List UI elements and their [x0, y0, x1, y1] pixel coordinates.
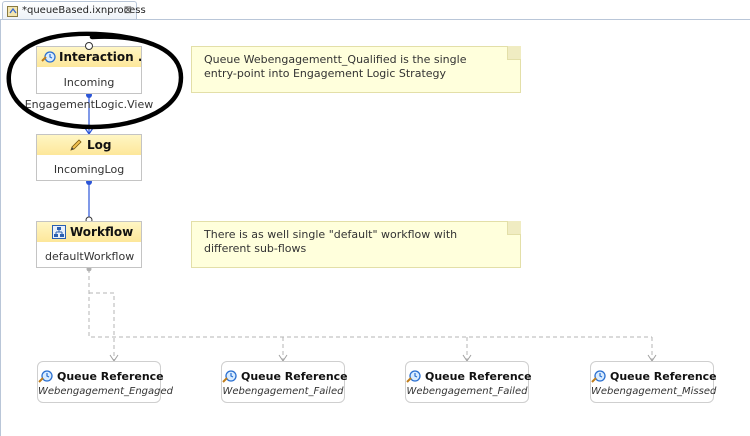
pencil-icon [69, 138, 83, 155]
log-node-name: IncomingLog [53, 163, 125, 176]
note-fold [507, 46, 521, 60]
queue-reference-missed[interactable]: Queue Reference Webengagement_Missed [590, 361, 717, 403]
note-entry-point[interactable]: Queue Webengagementt_Qualified is the si… [191, 46, 521, 93]
log-node[interactable]: Log IncomingLog [36, 134, 142, 181]
queue-reference-failed-2[interactable]: Queue Reference Webengagement_Failed [405, 361, 532, 403]
workflow-node-header: Workflow [37, 222, 141, 242]
note-text: There is as well single "default" workfl… [204, 228, 458, 255]
queue-reference-title: Queue Reference [38, 369, 164, 385]
queue-reference-label: Queue Reference [610, 370, 717, 383]
queue-reference-title: Queue Reference [591, 369, 717, 385]
log-node-title: Log [87, 138, 112, 152]
queue-reference-label: Queue Reference [241, 370, 348, 383]
workflow-node[interactable]: Workflow defaultWorkflow [36, 221, 142, 268]
queue-reference-label: Queue Reference [425, 370, 532, 383]
queue-reference-failed-1[interactable]: Queue Reference Webengagement_Failed [221, 361, 348, 403]
queue-reference-engaged[interactable]: Queue Reference Webengagement_Engaged [37, 361, 173, 403]
log-node-header: Log [37, 135, 141, 155]
queue-reference-name: Webengagement_Failed [222, 386, 344, 397]
queue-reference-name: Webengagement_Missed [591, 386, 717, 397]
queue-reference-name: Webengagement_Engaged [38, 386, 173, 397]
workflow-node-title: Workflow [70, 225, 134, 239]
queue-reference-label: Queue Reference [57, 370, 164, 383]
workflow-node-name: defaultWorkflow [45, 250, 135, 263]
note-default-workflow[interactable]: There is as well single "default" workfl… [191, 221, 521, 268]
queue-reference-title: Queue Reference [222, 369, 348, 385]
note-fold [507, 221, 521, 235]
note-text: Queue Webengagementt_Qualified is the si… [204, 53, 467, 80]
queue-reference-name: Webengagement_Failed [406, 386, 528, 397]
workflow-icon [52, 225, 66, 242]
queue-reference-title: Queue Reference [406, 369, 532, 385]
